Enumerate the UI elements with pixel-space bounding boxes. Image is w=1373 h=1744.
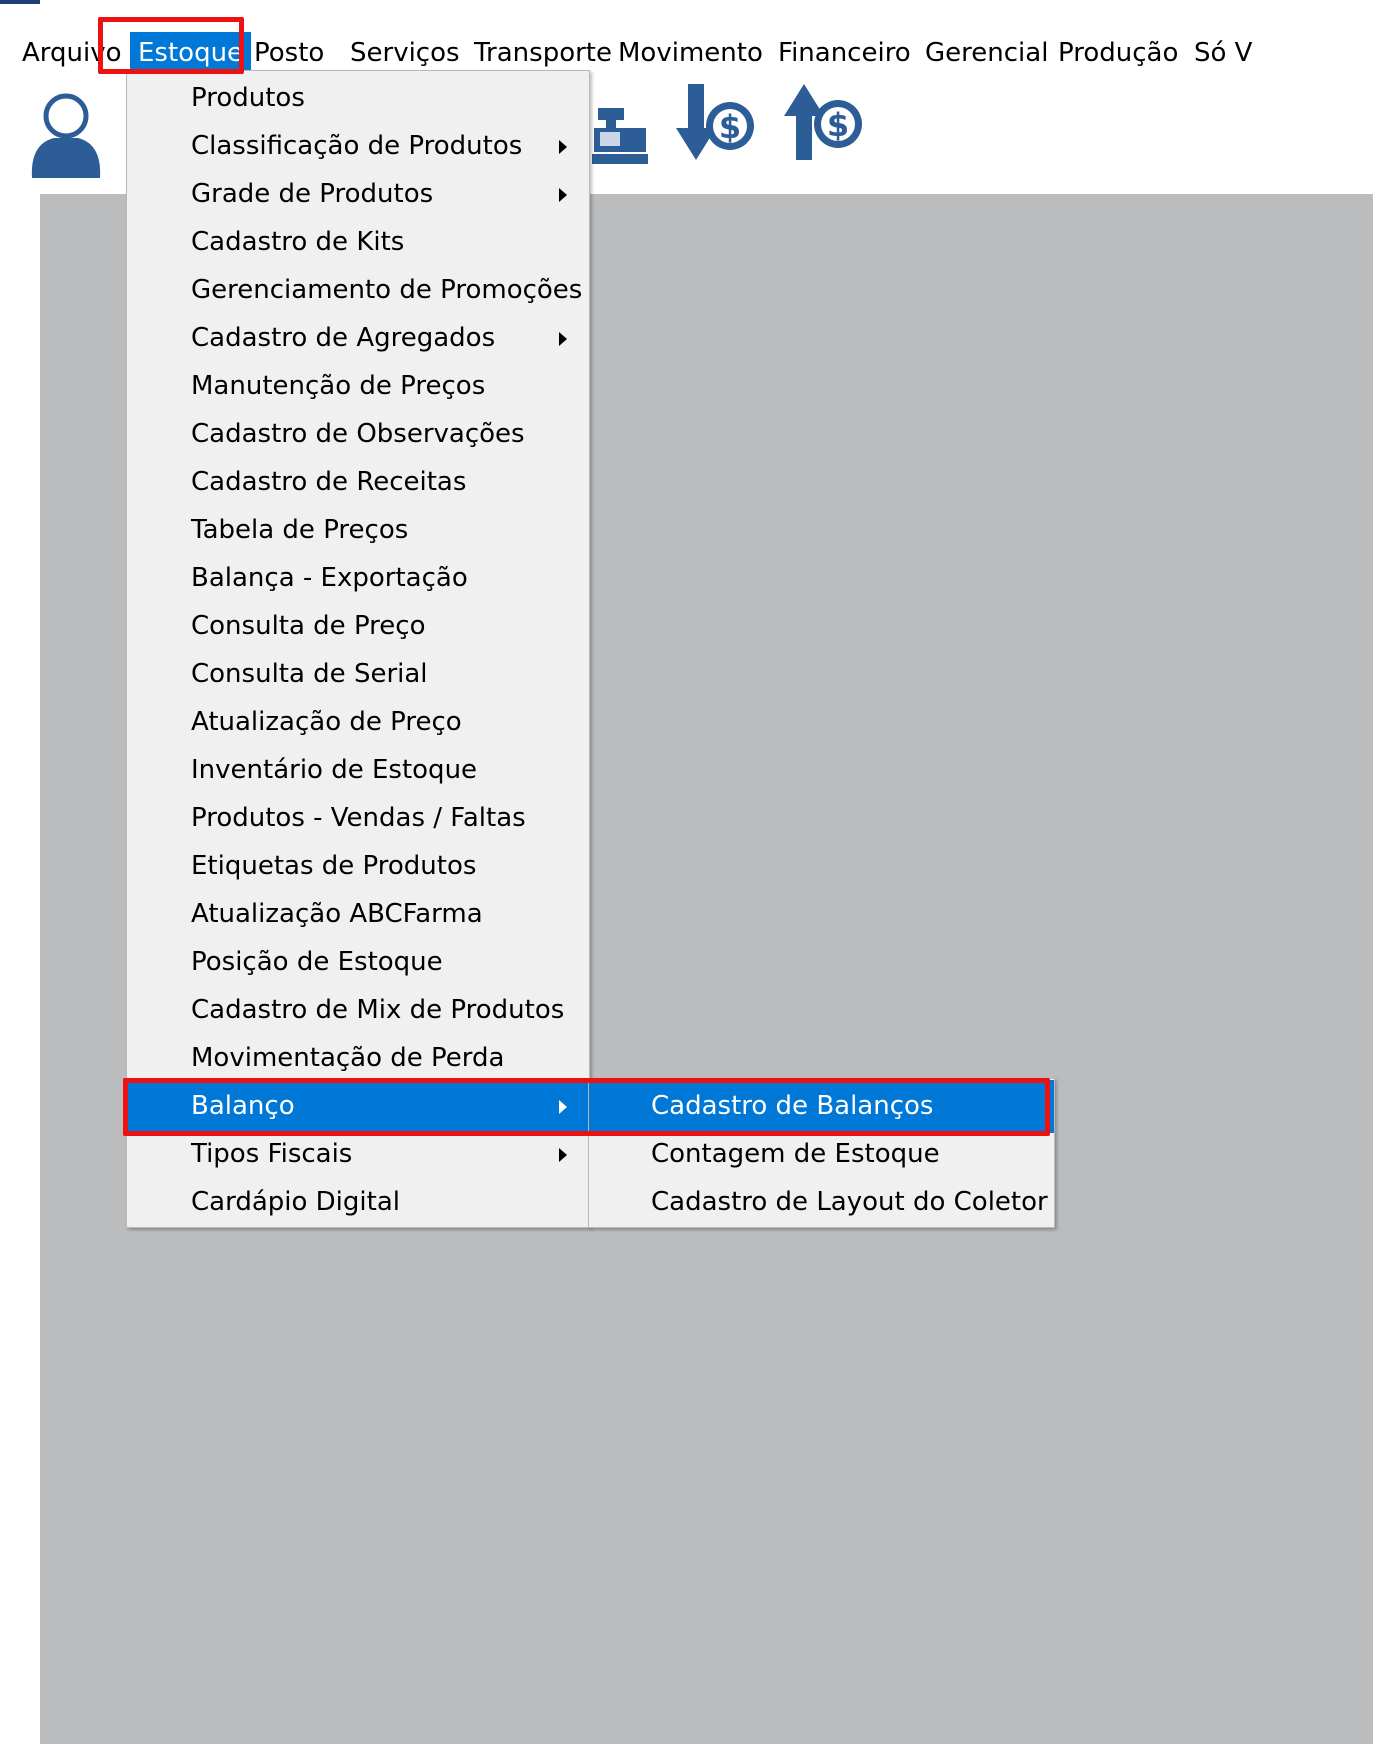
menu-item-label: Consulta de Preço [191, 611, 426, 641]
menu-item-tabela-de-precos[interactable]: Tabela de Preços [127, 504, 589, 557]
submenu-item-label: Cadastro de Layout do Coletor [651, 1187, 1048, 1217]
menu-item-posicao-de-estoque[interactable]: Posição de Estoque [127, 936, 589, 989]
menu-item-label: Classificação de Produtos [191, 131, 523, 161]
menu-item-label: Cardápio Digital [191, 1187, 400, 1217]
menu-item-gerenciamento-de-promocoes[interactable]: Gerenciamento de Promoções [127, 264, 589, 317]
menu-item-label: Etiquetas de Produtos [191, 851, 477, 881]
menu-item-cadastro-de-kits[interactable]: Cadastro de Kits [127, 216, 589, 269]
menu-item-label: Cadastro de Mix de Produtos [191, 995, 565, 1025]
submenu-arrow-icon [559, 188, 567, 202]
money-up-icon[interactable]: $ [784, 82, 866, 168]
menu-movimento[interactable]: Movimento [610, 32, 771, 74]
menu-item-label: Cadastro de Kits [191, 227, 405, 257]
menu-item-label: Cadastro de Observações [191, 419, 525, 449]
menu-so-v[interactable]: Só V [1186, 32, 1260, 74]
menu-item-atualizacao-abcfarma[interactable]: Atualização ABCFarma [127, 888, 589, 941]
money-down-icon[interactable]: $ [676, 82, 758, 168]
menu-item-inventario-de-estoque[interactable]: Inventário de Estoque [127, 744, 589, 797]
menu-item-etiquetas-de-produtos[interactable]: Etiquetas de Produtos [127, 840, 589, 893]
menu-item-grade-de-produtos[interactable]: Grade de Produtos [127, 168, 589, 221]
estoque-menu: Produtos Classificação de Produtos Grade… [126, 70, 590, 1228]
menu-item-manutencao-de-precos[interactable]: Manutenção de Preços [127, 360, 589, 413]
submenu-item-cadastro-de-layout-do-coletor[interactable]: Cadastro de Layout do Coletor [589, 1176, 1054, 1229]
menu-item-label: Gerenciamento de Promoções [191, 275, 583, 305]
annotation-box-balanco [123, 1078, 1050, 1136]
submenu-arrow-icon [559, 140, 567, 154]
menu-item-label: Atualização de Preço [191, 707, 462, 737]
menu-item-cardapio-digital[interactable]: Cardápio Digital [127, 1176, 589, 1229]
menu-item-cadastro-de-observacoes[interactable]: Cadastro de Observações [127, 408, 589, 461]
menu-item-label: Tabela de Preços [191, 515, 409, 545]
annotation-box-estoque [98, 17, 244, 74]
menu-item-label: Cadastro de Receitas [191, 467, 467, 497]
menu-item-label: Consulta de Serial [191, 659, 428, 689]
menu-gerencial[interactable]: Gerencial [917, 32, 1056, 74]
menu-item-label: Inventário de Estoque [191, 755, 478, 785]
menu-item-classificacao-de-produtos[interactable]: Classificação de Produtos [127, 120, 589, 173]
cash-register-icon[interactable] [592, 106, 652, 172]
left-edge [0, 194, 40, 1744]
menu-item-cadastro-de-receitas[interactable]: Cadastro de Receitas [127, 456, 589, 509]
svg-text:$: $ [719, 108, 741, 146]
menu-transporte[interactable]: Transporte [466, 32, 620, 74]
menu-posto[interactable]: Posto [246, 32, 332, 74]
menu-item-label: Balança - Exportação [191, 563, 468, 593]
menu-item-label: Grade de Produtos [191, 179, 434, 209]
menu-item-cadastro-de-agregados[interactable]: Cadastro de Agregados [127, 312, 589, 365]
menu-item-label: Atualização ABCFarma [191, 899, 483, 929]
menu-item-produtos[interactable]: Produtos [127, 72, 589, 125]
menu-servicos[interactable]: Serviços [342, 32, 468, 74]
menu-item-atualizacao-de-preco[interactable]: Atualização de Preço [127, 696, 589, 749]
menu-item-label: Manutenção de Preços [191, 371, 486, 401]
menu-item-cadastro-de-mix-de-produtos[interactable]: Cadastro de Mix de Produtos [127, 984, 589, 1037]
submenu-arrow-icon [559, 1148, 567, 1162]
menu-item-balanca-exportacao[interactable]: Balança - Exportação [127, 552, 589, 605]
menu-item-label: Cadastro de Agregados [191, 323, 496, 353]
menu-item-consulta-de-serial[interactable]: Consulta de Serial [127, 648, 589, 701]
svg-text:$: $ [827, 106, 849, 144]
menu-item-produtos-vendas-faltas[interactable]: Produtos - Vendas / Faltas [127, 792, 589, 845]
menu-producao[interactable]: Produção [1050, 32, 1186, 74]
app-icon-strip [0, 0, 40, 4]
menu-item-label: Produtos [191, 83, 305, 113]
menu-item-consulta-de-preco[interactable]: Consulta de Preço [127, 600, 589, 653]
submenu-arrow-icon [559, 332, 567, 346]
menu-financeiro[interactable]: Financeiro [770, 32, 919, 74]
menu-item-label: Posição de Estoque [191, 947, 443, 977]
user-icon[interactable] [26, 90, 106, 186]
menu-item-label: Produtos - Vendas / Faltas [191, 803, 526, 833]
